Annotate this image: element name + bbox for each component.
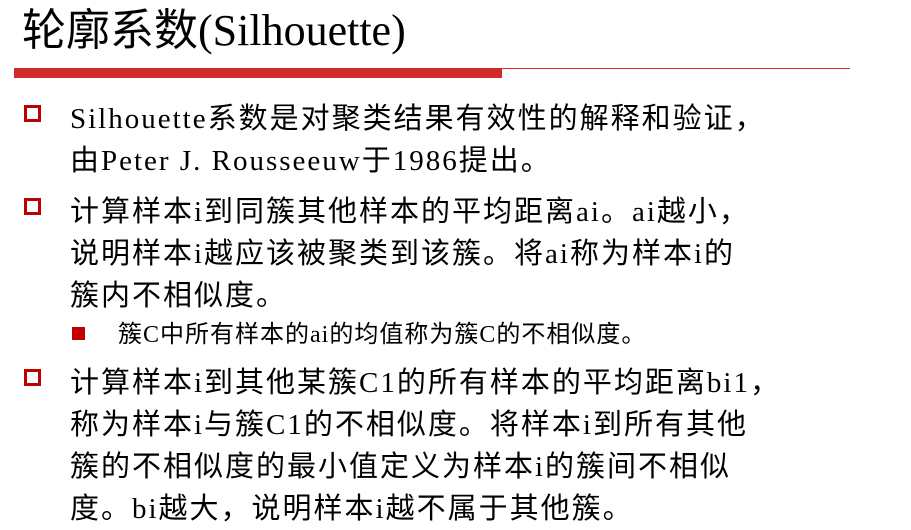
- bullet-item-3: 计算样本i到其他某簇C1的所有样本的平均距离bi1， 称为样本i与簇C1的不相似…: [24, 362, 884, 530]
- hollow-square-icon: [24, 369, 41, 386]
- bullet-line: 说明样本i越应该被聚类到该簇。将ai称为样本i的: [70, 238, 736, 270]
- title-underline-thin: [502, 68, 850, 69]
- bullet-item-2: 计算样本i到同簇其他样本的平均距离ai。ai越小， 说明样本i越应该被聚类到该簇…: [24, 191, 884, 317]
- filled-square-icon: [72, 327, 85, 340]
- bullet-line: 称为样本i与簇C1的不相似度。将样本i到所有其他: [70, 409, 748, 441]
- title-underline-thick: [14, 68, 502, 78]
- bullet-line: 计算样本i到同簇其他样本的平均距离ai。ai越小，: [70, 196, 750, 228]
- bullet-line: Silhouette系数是对聚类结果有效性的解释和验证，: [70, 103, 766, 135]
- slide: 轮廓系数(Silhouette) Silhouette系数是对聚类结果有效性的解…: [0, 0, 911, 530]
- hollow-square-icon: [24, 198, 41, 215]
- bullet-item-1: Silhouette系数是对聚类结果有效性的解释和验证， 由Peter J. R…: [24, 98, 884, 182]
- sub-bullet-item: 簇C中所有样本的ai的均值称为簇C的不相似度。: [72, 318, 872, 352]
- bullet-line: 计算样本i到其他某簇C1的所有样本的平均距离bi1，: [70, 367, 781, 399]
- bullet-line: 簇内不相似度。: [70, 280, 288, 312]
- bullet-line: 由Peter J. Rousseeuw于1986提出。: [70, 145, 552, 177]
- page-title: 轮廓系数(Silhouette): [22, 6, 406, 55]
- hollow-square-icon: [24, 105, 41, 122]
- bullet-line: 簇的不相似度的最小值定义为样本i的簇间不相似: [70, 451, 732, 483]
- bullet-line: 度。bi越大，说明样本i越不属于其他簇。: [70, 493, 634, 525]
- sub-bullet-text: 簇C中所有样本的ai的均值称为簇C的不相似度。: [118, 322, 647, 348]
